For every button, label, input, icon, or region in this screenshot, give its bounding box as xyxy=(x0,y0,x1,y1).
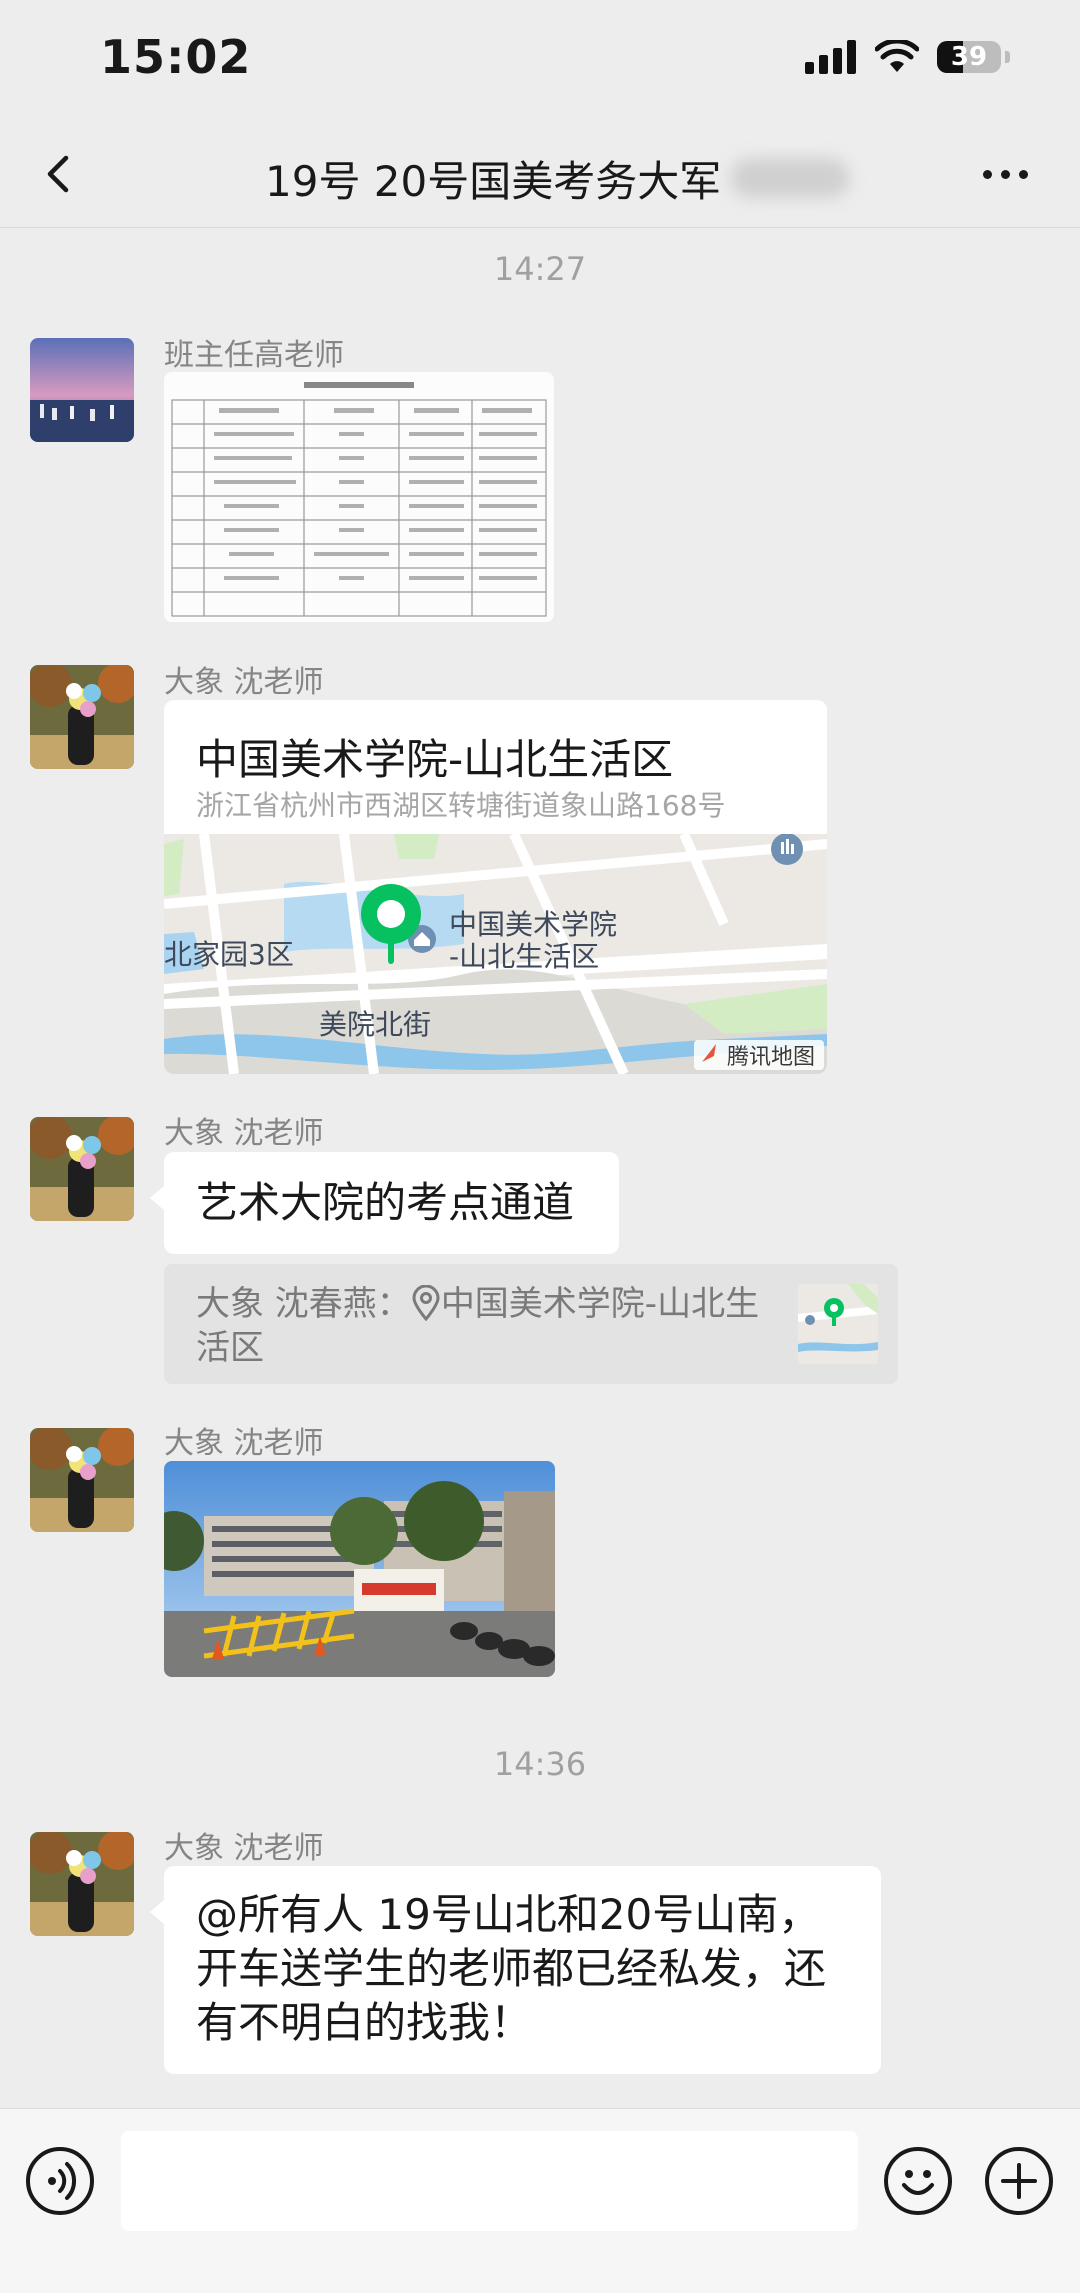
wifi-icon xyxy=(875,40,919,72)
avatar[interactable] xyxy=(30,1428,134,1532)
more-actions-button[interactable] xyxy=(985,2147,1053,2215)
campus-photo[interactable] xyxy=(164,1461,555,1677)
quote-text: 大象 沈春燕： 中国美术学院-山北生活区 xyxy=(196,1282,776,1370)
sender-name: 大象 沈老师 xyxy=(164,665,324,700)
sender-name: 大象 沈老师 xyxy=(164,1426,324,1461)
location-map[interactable]: 中国美术学院 -山北生活区 北家园3区 美院北街 腾讯地图 xyxy=(164,831,827,1074)
back-chevron-icon[interactable] xyxy=(30,144,90,204)
avatar[interactable] xyxy=(30,1832,134,1936)
voice-toggle-button[interactable] xyxy=(26,2147,94,2215)
quote-map-thumbnail xyxy=(798,1284,878,1364)
battery-icon: 39 xyxy=(937,41,1001,73)
battery-tip xyxy=(1005,51,1010,63)
message-bubble[interactable]: @所有人 19号山北和20号山南， 开车送学生的老师都已经私发，还 有不明白的找… xyxy=(150,1866,881,2074)
status-time: 15:02 xyxy=(100,30,252,84)
status-bar: 15:02 39 xyxy=(0,0,1080,120)
plus-icon xyxy=(1001,2163,1037,2199)
avatar[interactable] xyxy=(30,1117,134,1221)
sender-name: 大象 沈老师 xyxy=(164,1831,324,1866)
avatar[interactable] xyxy=(30,338,134,442)
smiley-icon xyxy=(902,2170,934,2195)
quote-place: 中国美术学院-山北生 xyxy=(440,1284,760,1324)
map-label-street: 美院北街 xyxy=(319,1008,431,1041)
location-pin-icon xyxy=(412,1284,440,1322)
message-bubble[interactable]: 艺术大院的考点通道 xyxy=(150,1152,619,1254)
message-input[interactable] xyxy=(121,2131,858,2231)
chat-title: 19号 20号国美考务大军 xyxy=(265,157,722,206)
voice-icon xyxy=(48,2162,77,2200)
message-line: 开车送学生的老师都已经私发，还 xyxy=(196,1944,827,1993)
timestamp: 14:36 xyxy=(493,1745,587,1783)
map-label-north-garden: 北家园3区 xyxy=(164,938,294,971)
message-line: @所有人 19号山北和20号山南， xyxy=(196,1890,821,1939)
sender-name: 大象 沈老师 xyxy=(164,1116,324,1151)
signal-icon xyxy=(805,40,856,74)
document-image[interactable] xyxy=(164,372,554,622)
emoji-button[interactable] xyxy=(884,2147,952,2215)
status-icons: 39 xyxy=(805,40,1010,74)
location-card[interactable]: 中国美术学院-山北生活区 浙江省杭州市西湖区转塘街道象山路168号 中国美术学院… xyxy=(164,700,827,1074)
quote-place-cont: 活区 xyxy=(196,1328,264,1368)
chat-header: 19号 20号国美考务大军 xyxy=(0,120,1080,228)
map-brand: 腾讯地图 xyxy=(727,1045,815,1070)
location-title: 中国美术学院-山北生活区 xyxy=(196,735,674,784)
map-label-school: 中国美术学院 xyxy=(449,908,617,941)
blurred-member-count xyxy=(730,158,850,198)
sender-name: 班主任高老师 xyxy=(164,338,344,373)
message-text: 艺术大院的考点通道 xyxy=(196,1178,575,1227)
quoted-message[interactable]: 大象 沈春燕： 中国美术学院-山北生活区 xyxy=(164,1264,898,1384)
battery-level: 39 xyxy=(950,42,988,72)
timestamp: 14:27 xyxy=(493,250,587,288)
chat-input-bar xyxy=(0,2108,1080,2293)
more-options-icon[interactable] xyxy=(970,144,1040,204)
quote-sender: 大象 沈春燕： xyxy=(196,1284,411,1324)
map-label-district: -山北生活区 xyxy=(449,940,599,973)
avatar[interactable] xyxy=(30,665,134,769)
location-address: 浙江省杭州市西湖区转塘街道象山路168号 xyxy=(196,789,726,822)
message-line: 有不明白的找我！ xyxy=(196,1998,533,2047)
